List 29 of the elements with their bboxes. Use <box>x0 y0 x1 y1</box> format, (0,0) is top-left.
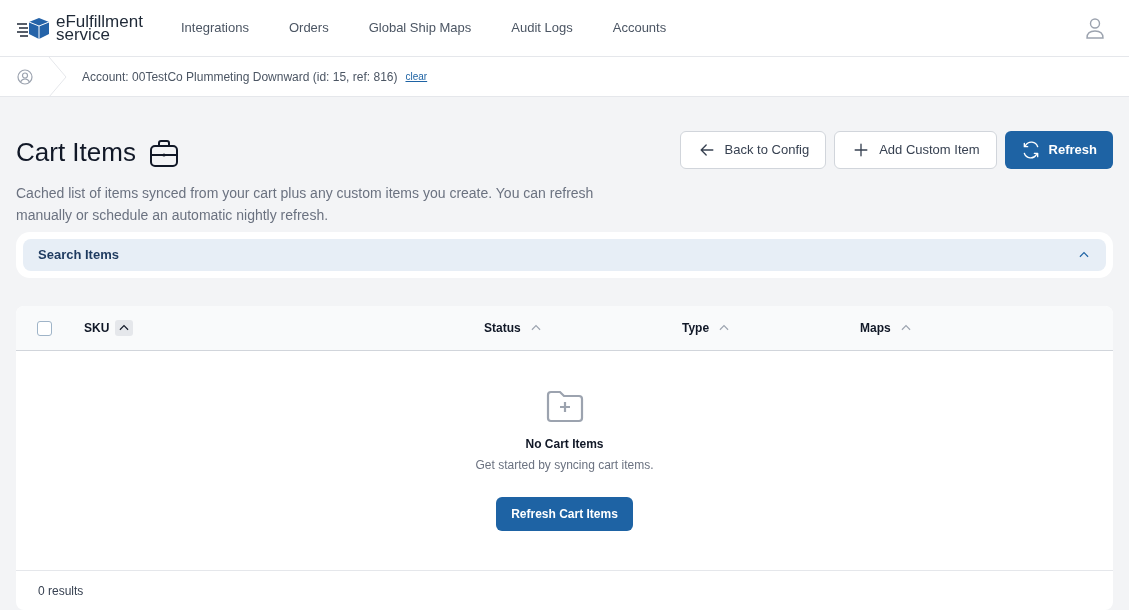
nav-link[interactable]: Integrations <box>181 18 249 38</box>
logo-text: service <box>56 27 110 42</box>
folder-plus-icon <box>544 389 585 425</box>
add-button[interactable]: Add Custom Item <box>834 131 997 169</box>
empty-title: No Cart Items <box>525 436 604 453</box>
nav-link[interactable]: Global Ship Maps <box>368 18 472 38</box>
logo-text: eFulfillment <box>56 14 143 29</box>
page-title: Cart Items <box>16 136 136 169</box>
nav-link[interactable]: Orders <box>288 18 329 38</box>
sort-toggle[interactable] <box>115 320 134 336</box>
column-header[interactable]: Status <box>484 319 521 337</box>
refresh-cart-items-button[interactable]: Refresh Cart Items <box>496 497 633 531</box>
account-text: Account: 00TestCo Plummeting Downward (id: 15, ref: 816) <box>82 68 398 86</box>
empty-message: Get started by syncing cart items. <box>475 457 654 474</box>
column-header[interactable]: Maps <box>860 319 891 337</box>
refresh-button[interactable]: Refresh <box>1004 131 1113 169</box>
nav-link[interactable]: Accounts <box>612 18 667 38</box>
user-circle-icon <box>17 68 33 85</box>
results-count: 0 results <box>38 582 84 600</box>
column-header[interactable]: Type <box>682 319 710 337</box>
select-all-checkbox[interactable] <box>37 320 52 336</box>
nav-link[interactable]: Audit Logs <box>511 18 573 38</box>
page-description: Cached list of items synced from your cart plus any custom items you create. You can refresh manually or schedule an automatic nightly refresh. <box>16 184 595 225</box>
search-items-toggle[interactable]: Search Items <box>23 239 1106 271</box>
back-button[interactable]: Back to Config <box>679 131 827 169</box>
column-header[interactable]: SKU <box>84 319 110 337</box>
user-icon[interactable] <box>1085 17 1105 39</box>
clear-link[interactable]: clear <box>405 69 428 84</box>
logo-box-icon <box>16 15 52 41</box>
